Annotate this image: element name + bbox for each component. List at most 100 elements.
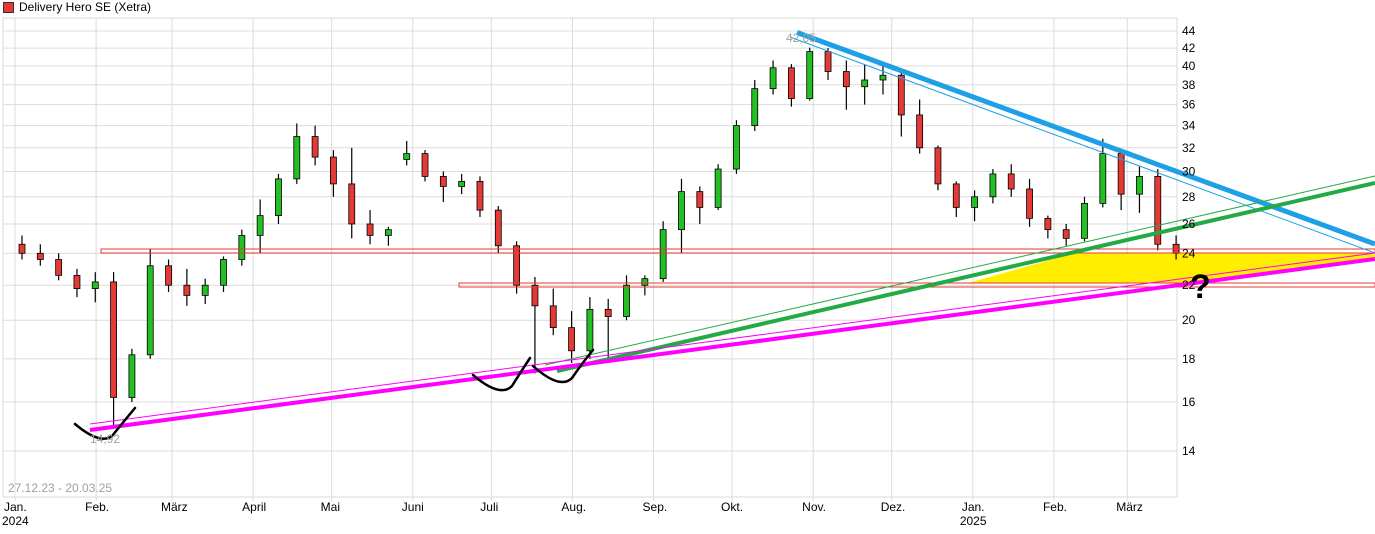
candle-body (879, 74, 887, 81)
candle-body (733, 125, 740, 170)
candle-body (604, 308, 612, 317)
y-tick-label: 36 (1182, 98, 1196, 112)
x-tick-label: Jan. (962, 500, 985, 514)
candle-body (586, 308, 594, 352)
y-tick-label: 16 (1182, 395, 1196, 409)
y-tick-label: 24 (1182, 246, 1196, 260)
candle-body (1026, 188, 1033, 219)
x-tick-label: Okt. (721, 500, 743, 514)
candle-body (275, 178, 282, 217)
candle-body (458, 180, 466, 187)
candle-body (476, 180, 484, 211)
question-mark: ? (1190, 268, 1211, 306)
candle-body (201, 284, 209, 296)
candle-body (36, 252, 44, 260)
candle-body (439, 176, 447, 187)
candle-body (934, 147, 942, 185)
x-tick-label: März (1116, 500, 1143, 514)
y-tick-label: 18 (1182, 352, 1196, 366)
y-tick-label: 30 (1182, 164, 1196, 178)
x-tick-label: Dez. (881, 500, 906, 514)
x-tick-year: 2025 (960, 514, 987, 528)
candle-body (568, 327, 575, 352)
x-tick-label: Juli (480, 500, 498, 514)
y-tick-label: 42 (1182, 41, 1196, 55)
candle-body (824, 51, 832, 72)
y-tick-label: 40 (1182, 59, 1196, 73)
candle-body (678, 191, 685, 231)
candle-body (220, 259, 227, 286)
candle-body (1136, 176, 1143, 195)
candle-body (110, 281, 117, 398)
candle-body (421, 153, 429, 177)
x-tick-label: Jan. (4, 500, 27, 514)
candle-body (348, 183, 356, 225)
candle-body (714, 168, 722, 208)
trendlines (73, 30, 1375, 440)
x-tick-label: März (161, 500, 188, 514)
candle-body (989, 173, 997, 198)
candle-body (696, 191, 704, 208)
x-tick-label: Feb. (1043, 500, 1067, 514)
candle-body (641, 278, 649, 286)
candle-body (952, 183, 960, 208)
candle-body (73, 274, 81, 289)
plot-frame (2, 17, 1178, 498)
candle-body (1044, 217, 1052, 231)
candle-body (311, 136, 319, 158)
date-range-label: 27.12.23 - 20.03.25 (8, 481, 112, 495)
x-tick-label: Nov. (802, 500, 826, 514)
candle-body (18, 243, 26, 254)
y-tick-label: 14 (1182, 444, 1196, 458)
x-tick-year: 2024 (2, 514, 29, 528)
y-tick-label: 28 (1182, 190, 1196, 204)
x-tick-label: Sep. (643, 500, 668, 514)
y-tick-label: 38 (1182, 78, 1196, 92)
y-tick-label: 20 (1182, 313, 1196, 327)
candle-body (549, 305, 557, 329)
y-tick-label: 26 (1182, 217, 1196, 231)
candle-body (842, 71, 850, 88)
candle-body (494, 209, 502, 247)
y-tick-label: 34 (1182, 119, 1196, 133)
high-label: 42,05 (786, 31, 816, 45)
price-chart: 14161820222426283032343638404244Jan.2024… (2, 17, 1375, 528)
x-tick-label: Juni (402, 500, 424, 514)
candle-body (751, 88, 759, 126)
candle-body (916, 114, 924, 149)
candle-body (256, 215, 264, 236)
candle-body (403, 153, 411, 160)
candle-body (384, 229, 392, 236)
candle-body (238, 235, 246, 260)
x-tick-label: Aug. (561, 500, 586, 514)
candle-body (623, 284, 630, 317)
candle-body (806, 51, 814, 99)
x-tick-label: April (242, 500, 266, 514)
candle-body (165, 265, 172, 286)
y-tick-label: 32 (1182, 141, 1196, 155)
candle-body (128, 354, 136, 398)
candle-body (146, 265, 154, 356)
candle-body (330, 156, 337, 185)
candle-body (55, 259, 63, 276)
candle-body (971, 196, 978, 208)
candle-body (91, 281, 99, 289)
grid (2, 17, 1178, 501)
candle-body (293, 136, 301, 180)
candle-body (1081, 202, 1088, 239)
candle-body (1099, 153, 1107, 204)
low-label: 14,92 (90, 432, 120, 446)
candle-body (1062, 229, 1070, 239)
candle-body (513, 245, 521, 286)
candle-body (183, 284, 191, 296)
candle-body (787, 67, 795, 99)
candle-body (769, 67, 777, 90)
y-tick-label: 44 (1182, 24, 1196, 38)
candle-body (659, 229, 667, 280)
candle-body (861, 79, 869, 88)
candle-body (1007, 173, 1015, 190)
candle-body (531, 284, 539, 307)
x-tick-label: Mai (321, 500, 340, 514)
candle-body (897, 74, 905, 116)
x-tick-label: Feb. (85, 500, 109, 514)
